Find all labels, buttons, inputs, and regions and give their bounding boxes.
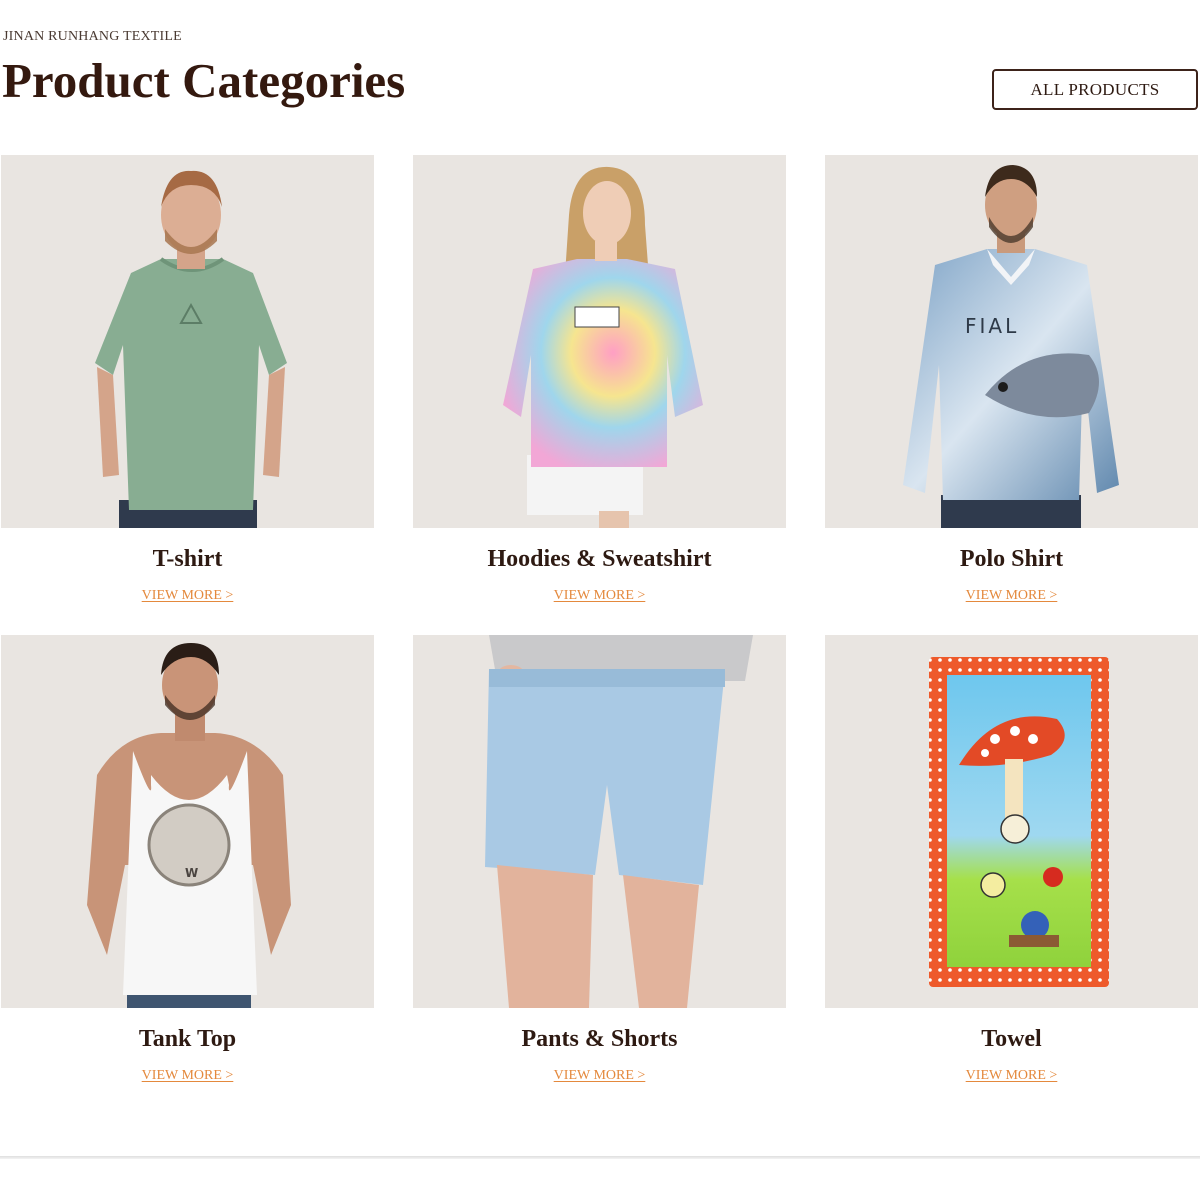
- polo-image[interactable]: FIAL: [825, 155, 1198, 528]
- category-title: Polo Shirt: [959, 546, 1064, 572]
- all-products-button[interactable]: ALL PRODUCTS: [992, 69, 1198, 110]
- category-card-hoodies[interactable]: Hoodies & Sweatshirt VIEW MORE >: [413, 155, 786, 604]
- category-title: Towel: [981, 1026, 1042, 1052]
- view-more-link[interactable]: VIEW MORE >: [1, 1068, 374, 1084]
- category-title: Hoodies & Sweatshirt: [487, 546, 712, 572]
- section-divider: [0, 1156, 1200, 1159]
- tank-print-text: W: [185, 866, 198, 880]
- view-more-link[interactable]: VIEW MORE >: [413, 588, 786, 604]
- view-more-link[interactable]: VIEW MORE >: [1, 588, 374, 604]
- category-card-pants-shorts[interactable]: Pants & Shorts VIEW MORE >: [413, 635, 786, 1084]
- towel-image[interactable]: [825, 635, 1198, 1008]
- category-title: T-shirt: [152, 546, 223, 572]
- pants-shorts-image[interactable]: [413, 635, 786, 1008]
- tank-top-image[interactable]: W: [1, 635, 374, 1008]
- category-card-tshirt[interactable]: T-shirt VIEW MORE >: [1, 155, 374, 604]
- category-title: Pants & Shorts: [521, 1026, 678, 1052]
- view-more-link[interactable]: VIEW MORE >: [825, 588, 1198, 604]
- polo-print-text: FIAL: [965, 314, 1019, 338]
- view-more-link[interactable]: VIEW MORE >: [413, 1068, 786, 1084]
- view-more-link[interactable]: VIEW MORE >: [825, 1068, 1198, 1084]
- category-title: Tank Top: [138, 1026, 237, 1052]
- category-card-towel[interactable]: Towel VIEW MORE >: [825, 635, 1198, 1084]
- category-card-tank-top[interactable]: W Tank Top VIEW MORE >: [1, 635, 374, 1084]
- brand-eyebrow: JINAN RUNHANG TEXTILE: [3, 29, 182, 44]
- tshirt-image[interactable]: [1, 155, 374, 528]
- page-title: Product Categories: [2, 53, 406, 108]
- hoodies-image[interactable]: [413, 155, 786, 528]
- category-card-polo[interactable]: FIAL Polo Shirt VIEW MORE >: [825, 155, 1198, 604]
